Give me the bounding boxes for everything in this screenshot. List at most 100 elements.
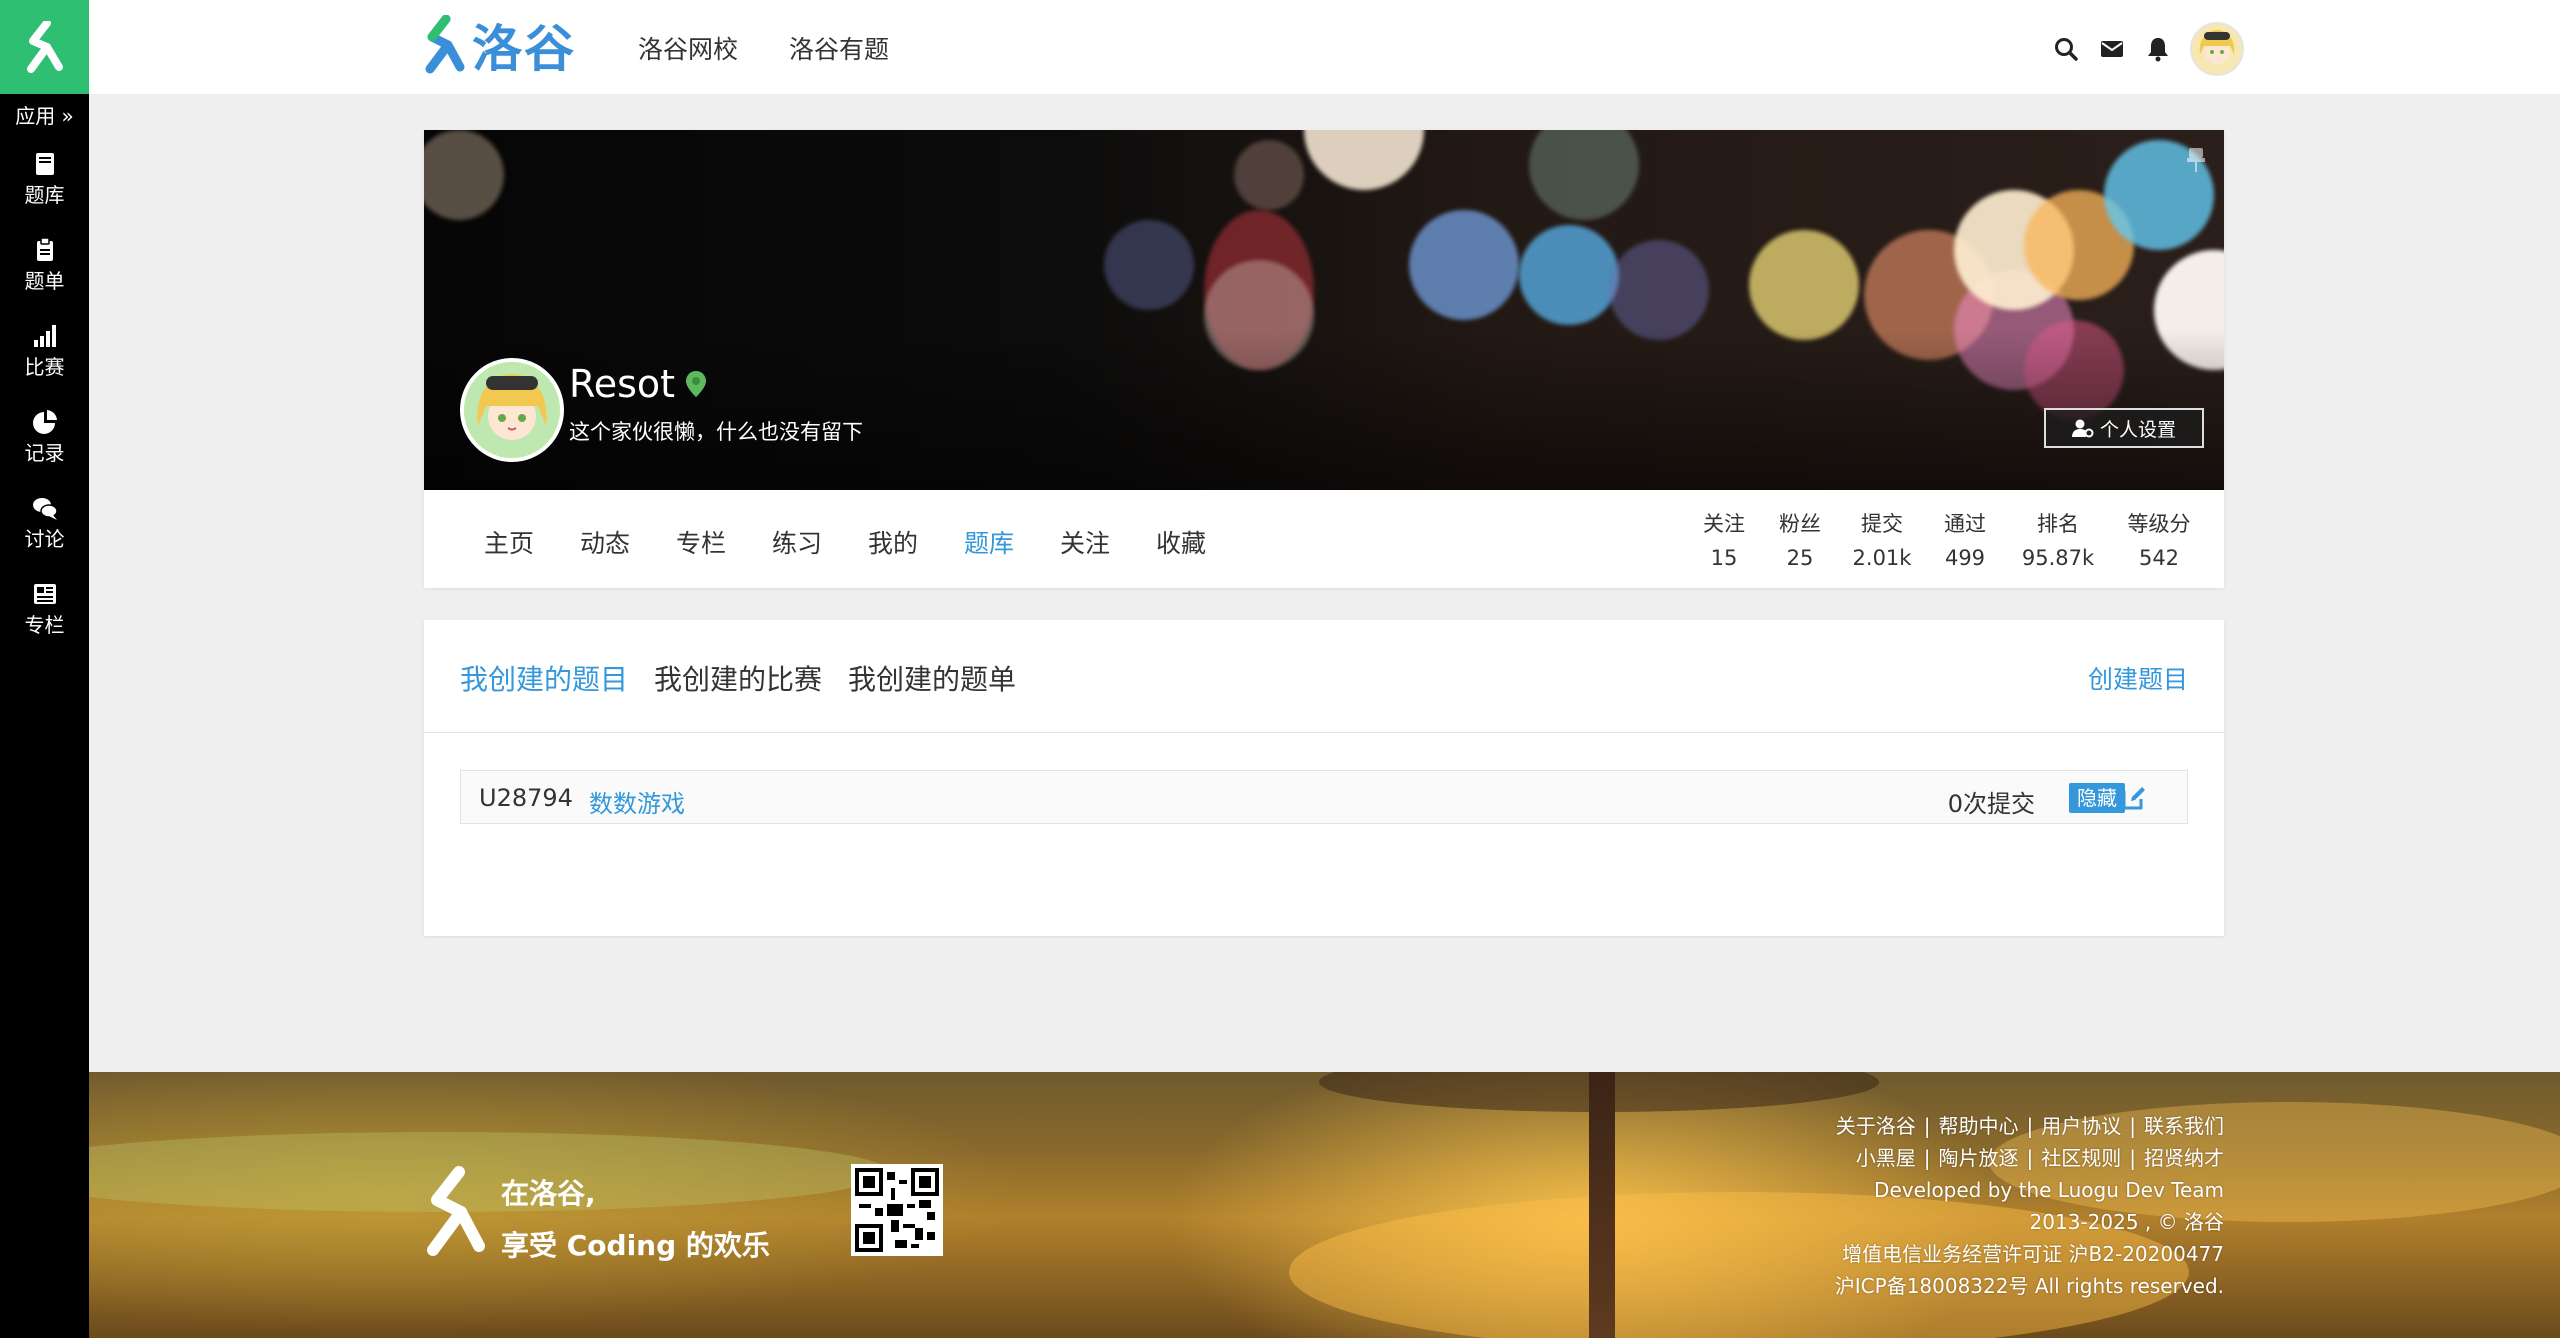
- tab-practice[interactable]: 练习: [772, 524, 822, 560]
- newspaper-icon: [33, 584, 56, 604]
- bar-chart-icon: [33, 325, 56, 347]
- footer-link-blackroom[interactable]: 小黑屋: [1856, 1146, 1916, 1170]
- problem-id: U28794: [479, 784, 573, 812]
- tab-created-problems[interactable]: 我创建的题目: [460, 658, 628, 698]
- footer-links-row-1: 关于洛谷 | 帮助中心 | 用户协议 | 联系我们: [1835, 1114, 2224, 1138]
- sidebar-item-training[interactable]: 题单: [0, 228, 89, 308]
- avatar-image: [2192, 24, 2242, 74]
- footer-link-rules[interactable]: 社区规则: [2041, 1146, 2121, 1170]
- user-name-text: Resot: [569, 362, 676, 406]
- tab-home[interactable]: 主页: [484, 524, 534, 560]
- sidebar-item-problems[interactable]: 题库: [0, 142, 89, 222]
- stat-followers[interactable]: 粉丝 25: [1770, 508, 1830, 570]
- tab-problem-bank[interactable]: 题库: [964, 524, 1014, 560]
- footer-slogan: 在洛谷, 享受 Coding 的欢乐: [501, 1168, 770, 1272]
- stat-label: 粉丝: [1779, 512, 1821, 536]
- tab-created-contests[interactable]: 我创建的比赛: [654, 658, 822, 698]
- user-cog-icon: [2071, 419, 2094, 438]
- user-bio: 这个家伙很懒，什么也没有留下: [569, 420, 863, 444]
- tab-favorites[interactable]: 收藏: [1156, 524, 1206, 560]
- stat-passed[interactable]: 通过 499: [1930, 508, 2000, 570]
- profile-card: Resot 这个家伙很懒，什么也没有留下 个人设置 主页 动态 专栏 练习 我的…: [424, 130, 2224, 714]
- hidden-badge: 隐藏: [2069, 783, 2125, 813]
- mail-icon[interactable]: [2098, 35, 2126, 63]
- footer-link-jobs[interactable]: 招贤纳才: [2144, 1146, 2224, 1170]
- stat-value: 15: [1710, 546, 1738, 570]
- stat-label: 提交: [1861, 512, 1903, 536]
- edit-icon[interactable]: [2121, 785, 2147, 811]
- problem-title-link[interactable]: 数数游戏: [589, 784, 685, 819]
- sidebar-item-articles[interactable]: 专栏: [0, 572, 89, 652]
- footer-link-contact[interactable]: 联系我们: [2144, 1114, 2224, 1138]
- stat-rank[interactable]: 排名 95.87k: [2008, 508, 2108, 570]
- user-avatar-top[interactable]: [2190, 22, 2244, 76]
- luogu-logo[interactable]: [0, 0, 89, 94]
- tab-following[interactable]: 关注: [1060, 524, 1110, 560]
- problem-submit-count: 0次提交: [1947, 790, 2035, 818]
- clipboard-icon: [36, 237, 53, 261]
- footer-links: 关于洛谷 | 帮助中心 | 用户协议 | 联系我们 小黑屋 | 陶片放逐 | 社区规则 | 招贤纳才 D…: [1835, 1110, 2224, 1302]
- double-chevron-right-icon: »: [55, 104, 74, 128]
- stat-label: 等级分: [2127, 512, 2191, 536]
- footer-credit: Developed by the Luogu Dev Team: [1874, 1178, 2224, 1202]
- sidebar-item-label: 比赛: [24, 355, 65, 379]
- footer-license[interactable]: 增值电信业务经营许可证 沪B2-20200477: [1835, 1238, 2224, 1270]
- pie-chart-icon: [32, 410, 57, 434]
- stat-submissions[interactable]: 提交 2.01k: [1842, 508, 1922, 570]
- nav-link-wangxiao[interactable]: 洛谷网校: [638, 30, 738, 66]
- tab-mine[interactable]: 我的: [868, 524, 918, 560]
- book-icon: [35, 153, 54, 175]
- qr-code: [851, 1164, 943, 1256]
- sidebar-item-label: 记录: [24, 441, 65, 465]
- footer-logo-icon: [427, 1166, 485, 1256]
- sidebar-item-records[interactable]: 记录: [0, 400, 89, 480]
- stat-following[interactable]: 关注 15: [1694, 508, 1754, 570]
- nav-link-youti[interactable]: 洛谷有题: [789, 30, 889, 66]
- sidebar-item-label: 讨论: [24, 527, 65, 551]
- stat-label: 关注: [1703, 512, 1745, 536]
- apps-label: 应用: [15, 104, 56, 128]
- sidebar-item-label: 题库: [24, 183, 65, 207]
- luogu-logo-icon: [26, 21, 63, 73]
- problem-row: U28794 数数游戏 0次提交 隐藏: [460, 770, 2188, 824]
- settings-label: 个人设置: [2099, 418, 2176, 441]
- created-problems-card: 我创建的题目 我创建的比赛 我创建的题单 创建题目 U28794 数数游戏 0次…: [424, 620, 2224, 936]
- user-avatar[interactable]: [460, 358, 564, 462]
- create-problem-link[interactable]: 创建题目: [2088, 660, 2188, 696]
- stat-value: 95.87k: [2021, 546, 2095, 570]
- luogu-brand-icon: [425, 15, 465, 74]
- search-icon[interactable]: [2052, 35, 2080, 63]
- brand-name: 洛谷: [472, 20, 576, 78]
- pin-icon[interactable]: [2186, 146, 2206, 174]
- footer-copyright: 2013-2025 , © 洛谷: [2029, 1210, 2224, 1234]
- slogan-line-2: 享受 Coding 的欢乐: [501, 1229, 770, 1262]
- tab-created-lists[interactable]: 我创建的题单: [848, 658, 1016, 698]
- stat-label: 通过: [1944, 512, 1986, 536]
- stat-rating[interactable]: 等级分 542: [2116, 508, 2202, 570]
- footer-icp[interactable]: 沪ICP备18008322号 All rights reserved.: [1835, 1270, 2224, 1302]
- footer: 在洛谷, 享受 Coding 的欢乐 关于洛谷 | 帮助中心 | 用户协议 | 联系我们 小…: [89, 1072, 2560, 1338]
- sidebar-item-label: 题单: [24, 269, 65, 293]
- stat-value: 542: [2138, 546, 2180, 570]
- stat-value: 499: [1944, 546, 1986, 570]
- sidebar-item-contests[interactable]: 比赛: [0, 314, 89, 394]
- divider: [424, 732, 2224, 733]
- footer-link-ostracism[interactable]: 陶片放逐: [1939, 1146, 2019, 1170]
- left-sidebar: 应用 » 题库 题单 比赛 记录 讨论 专栏: [0, 0, 89, 1338]
- bell-icon[interactable]: [2144, 35, 2172, 63]
- tab-articles[interactable]: 专栏: [676, 524, 726, 560]
- stat-value: 2.01k: [1852, 546, 1912, 570]
- footer-link-help[interactable]: 帮助中心: [1939, 1114, 2019, 1138]
- footer-link-about[interactable]: 关于洛谷: [1836, 1114, 1916, 1138]
- avatar-image: [464, 362, 560, 458]
- personal-settings-button[interactable]: 个人设置: [2044, 408, 2204, 448]
- sidebar-item-discuss[interactable]: 讨论: [0, 486, 89, 566]
- created-tabs: 我创建的题目 我创建的比赛 我创建的题单: [460, 658, 1042, 698]
- comments-icon: [32, 498, 58, 520]
- footer-link-terms[interactable]: 用户协议: [2041, 1114, 2121, 1138]
- brand-logo[interactable]: 洛谷: [422, 14, 576, 78]
- stat-value: 25: [1786, 546, 1814, 570]
- green-badge-icon: [686, 371, 707, 397]
- tab-activity[interactable]: 动态: [580, 524, 630, 560]
- apps-menu-toggle[interactable]: 应用 »: [0, 102, 89, 130]
